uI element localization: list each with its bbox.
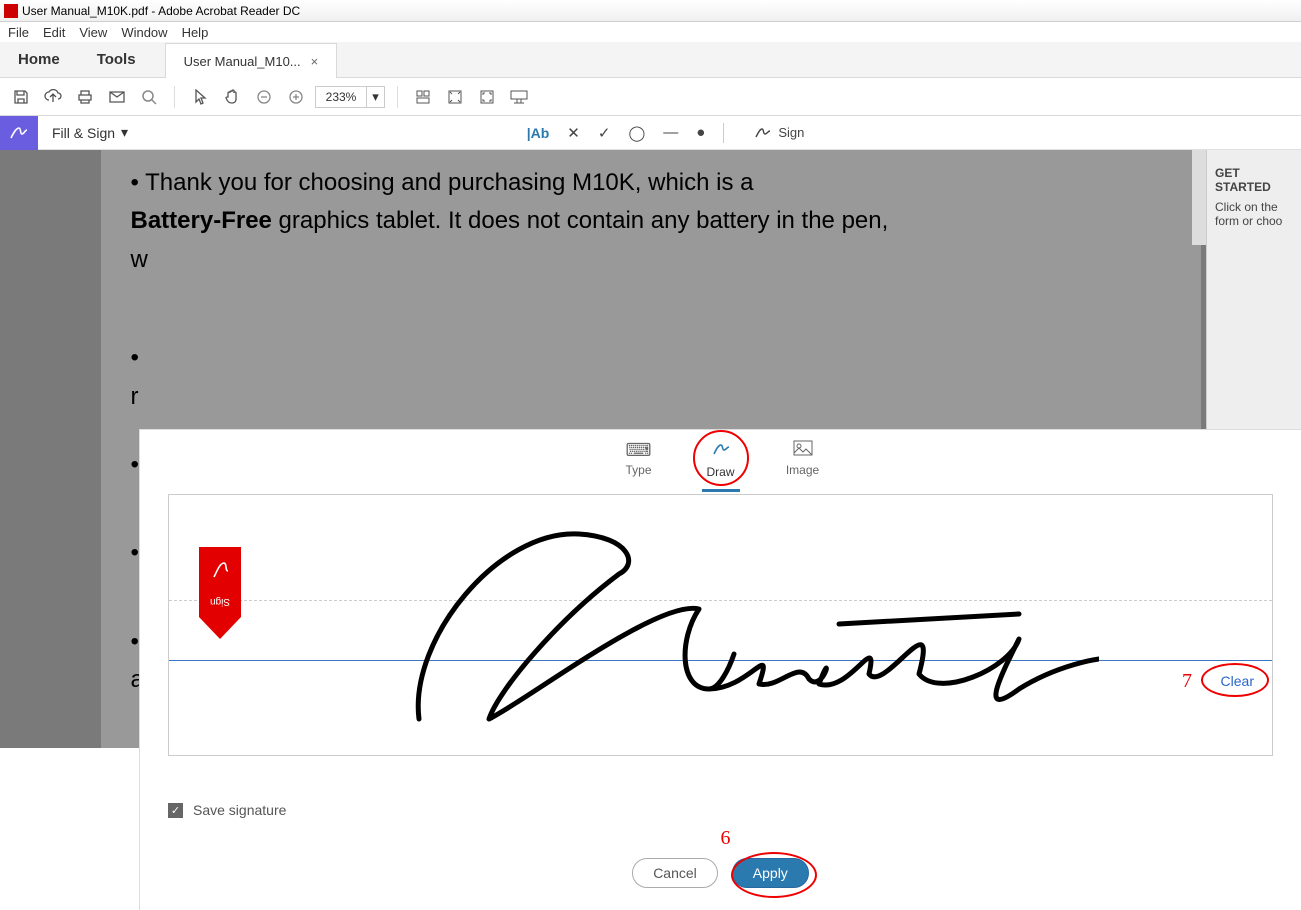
sig-tab-image-label: Image bbox=[786, 463, 819, 477]
menu-help[interactable]: Help bbox=[182, 25, 209, 40]
doc-text: • bbox=[131, 339, 1201, 377]
dialog-buttons: Cancel Apply bbox=[140, 858, 1301, 888]
x-mark-icon[interactable]: ✕ bbox=[567, 124, 580, 142]
signature-stroke bbox=[379, 519, 1099, 739]
fill-sign-label: Fill & Sign bbox=[52, 125, 115, 141]
cancel-button[interactable]: Cancel bbox=[632, 858, 718, 888]
sig-tab-type[interactable]: ⌨ Type bbox=[618, 440, 660, 486]
zoom-in-icon[interactable] bbox=[283, 84, 309, 110]
sign-label: Sign bbox=[778, 125, 804, 140]
document-area: • Thank you for choosing and purchasing … bbox=[0, 150, 1301, 748]
save-signature-checkbox[interactable]: ✓ bbox=[168, 803, 183, 818]
email-icon[interactable] bbox=[104, 84, 130, 110]
fill-sign-tool-icon[interactable] bbox=[0, 116, 38, 150]
acrobat-app-icon bbox=[4, 4, 18, 18]
chevron-down-icon: ▾ bbox=[121, 124, 128, 141]
text-annotation-icon[interactable]: |Ab bbox=[527, 125, 550, 141]
annotation-circle-5 bbox=[693, 430, 749, 486]
doc-text: Battery-Free graphics tablet. It does no… bbox=[131, 202, 1201, 240]
tab-home[interactable]: Home bbox=[0, 42, 79, 77]
fill-sign-bar: Fill & Sign ▾ |Ab ✕ ✓ ◯ — ● Sign bbox=[0, 116, 1301, 150]
tab-close-icon[interactable]: × bbox=[311, 54, 319, 69]
tab-tools[interactable]: Tools bbox=[79, 42, 155, 77]
tab-tools-label: Tools bbox=[97, 51, 136, 68]
top-tabs: Home Tools User Manual_M10... × bbox=[0, 42, 1301, 78]
menu-edit[interactable]: Edit bbox=[43, 25, 65, 40]
sign-button[interactable]: Sign bbox=[742, 125, 816, 141]
toolbar-separator bbox=[397, 86, 398, 108]
line-icon[interactable]: — bbox=[663, 124, 678, 141]
fit-width-icon[interactable] bbox=[410, 84, 436, 110]
keyboard-icon: ⌨ bbox=[626, 440, 652, 461]
right-panel-hint: Click on the form or choo bbox=[1215, 200, 1293, 228]
fit-page-icon[interactable] bbox=[442, 84, 468, 110]
main-toolbar: 233% ▾ bbox=[0, 78, 1301, 116]
save-icon[interactable] bbox=[8, 84, 34, 110]
doc-text: r bbox=[131, 378, 1201, 416]
fill-sign-tools: |Ab ✕ ✓ ◯ — ● Sign bbox=[142, 123, 1201, 143]
annotation-circle-6 bbox=[731, 852, 817, 898]
menu-window[interactable]: Window bbox=[121, 25, 167, 40]
signature-dialog: ⌨ Type Draw Image 5 bbox=[140, 430, 1301, 910]
toolbar-separator bbox=[174, 86, 175, 108]
menu-view[interactable]: View bbox=[79, 25, 107, 40]
window-titlebar: User Manual_M10K.pdf - Adobe Acrobat Rea… bbox=[0, 0, 1301, 22]
doc-text: • Thank you for choosing and purchasing … bbox=[131, 164, 1201, 202]
svg-text:Sign: Sign bbox=[210, 596, 230, 607]
signature-tabs: ⌨ Type Draw Image bbox=[140, 430, 1301, 486]
zoom-out-icon[interactable] bbox=[251, 84, 277, 110]
image-icon bbox=[793, 440, 813, 461]
doc-text: w bbox=[131, 241, 1201, 279]
separator bbox=[723, 123, 724, 143]
sig-tab-type-label: Type bbox=[625, 463, 651, 477]
sign-here-flag: Sign bbox=[199, 547, 241, 639]
menubar: File Edit View Window Help bbox=[0, 22, 1301, 42]
fill-sign-dropdown[interactable]: Fill & Sign ▾ bbox=[38, 124, 142, 141]
tab-document-label: User Manual_M10... bbox=[184, 54, 301, 69]
signature-icon bbox=[754, 125, 772, 141]
tab-document[interactable]: User Manual_M10... × bbox=[165, 43, 338, 78]
zoom-field[interactable]: 233% bbox=[315, 86, 367, 108]
dot-icon[interactable]: ● bbox=[696, 124, 705, 141]
check-mark-icon[interactable]: ✓ bbox=[598, 124, 611, 142]
annotation-number-6: 6 bbox=[721, 827, 731, 850]
zoom-dropdown-icon[interactable]: ▾ bbox=[367, 86, 385, 108]
signature-draw-area[interactable]: Sign Clear 7 bbox=[168, 494, 1273, 756]
search-icon[interactable] bbox=[136, 84, 162, 110]
save-signature-label: Save signature bbox=[193, 802, 286, 818]
annotation-number-7: 7 bbox=[1182, 670, 1192, 693]
scrollbar[interactable] bbox=[1192, 150, 1206, 245]
menu-file[interactable]: File bbox=[8, 25, 29, 40]
save-signature-row: ✓ Save signature bbox=[168, 802, 286, 818]
sig-tab-image[interactable]: Image bbox=[782, 440, 824, 486]
circle-icon[interactable]: ◯ bbox=[628, 124, 645, 142]
window-title: User Manual_M10K.pdf - Adobe Acrobat Rea… bbox=[22, 4, 300, 18]
hand-tool-icon[interactable] bbox=[219, 84, 245, 110]
annotation-circle-7 bbox=[1201, 663, 1269, 697]
read-mode-icon[interactable] bbox=[506, 84, 532, 110]
tab-home-label: Home bbox=[18, 51, 60, 68]
cloud-upload-icon[interactable] bbox=[40, 84, 66, 110]
fullscreen-icon[interactable] bbox=[474, 84, 500, 110]
right-panel-header: GET STARTED bbox=[1215, 166, 1293, 194]
pointer-icon[interactable] bbox=[187, 84, 213, 110]
print-icon[interactable] bbox=[72, 84, 98, 110]
